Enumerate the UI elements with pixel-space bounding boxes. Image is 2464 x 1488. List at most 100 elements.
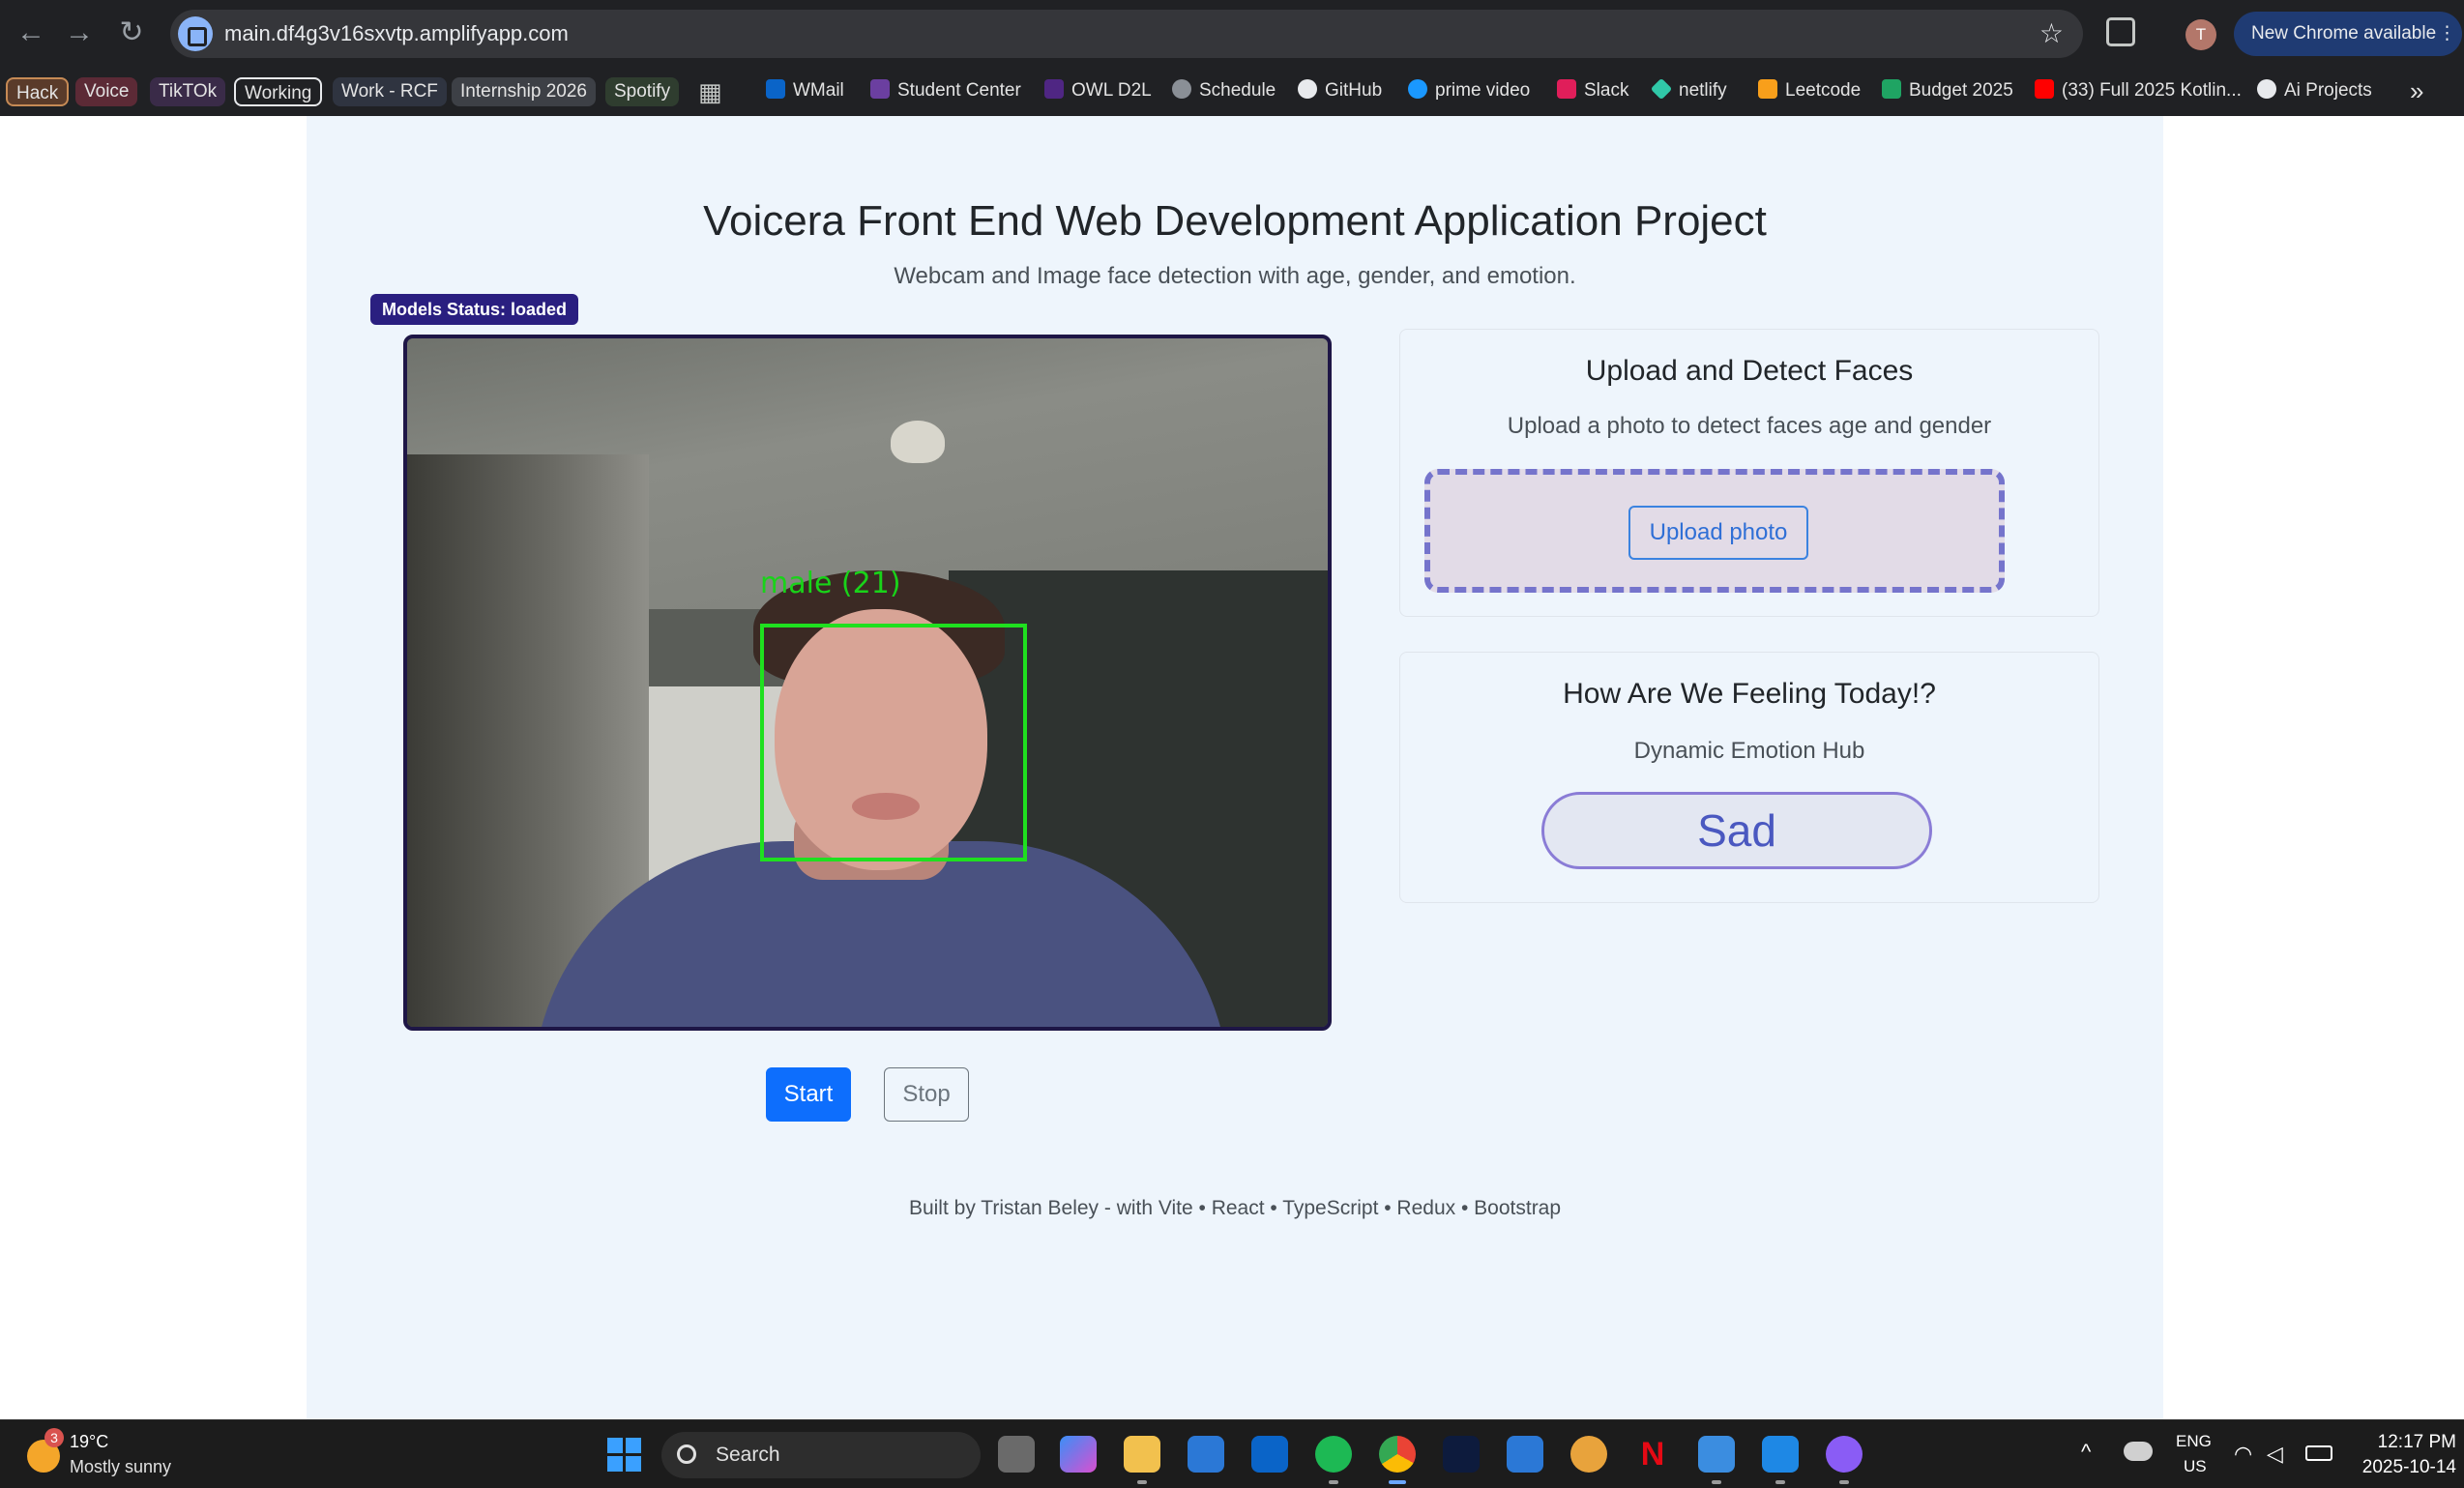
bookmark-work-rcf[interactable]: Work - RCF bbox=[333, 77, 447, 106]
shield-icon bbox=[1044, 79, 1064, 99]
bookmark-slack[interactable]: Slack bbox=[1557, 74, 1628, 107]
bookmark-working[interactable]: Working bbox=[234, 77, 323, 106]
github-desktop-icon[interactable] bbox=[1826, 1436, 1863, 1473]
bookmark-hack[interactable]: Hack bbox=[6, 77, 70, 106]
bookmark-label: GitHub bbox=[1325, 80, 1383, 101]
windows-taskbar: 3 19°C Mostly sunny Search N ^ ENG US ◠ … bbox=[0, 1419, 2464, 1488]
bookmarks-bar: Hack Voice TikTOk Working Work - RCF Int… bbox=[0, 68, 2464, 116]
paint-icon[interactable] bbox=[1570, 1436, 1607, 1473]
bookmark-label: Schedule bbox=[1199, 80, 1276, 101]
models-status-badge: Models Status: loaded bbox=[370, 294, 579, 325]
bookmark-label: Leetcode bbox=[1785, 80, 1862, 101]
running-indicator bbox=[1329, 1480, 1338, 1484]
forward-icon[interactable]: → bbox=[62, 15, 97, 50]
region-label[interactable]: US bbox=[2184, 1457, 2207, 1476]
taskbar-search-label: Search bbox=[716, 1444, 780, 1466]
tray-overflow-icon[interactable]: ^ bbox=[2081, 1440, 2091, 1465]
clock-time[interactable]: 12:17 PM bbox=[2369, 1432, 2456, 1453]
upload-dropzone[interactable]: Upload photo bbox=[1424, 469, 2005, 593]
reload-icon[interactable]: ↻ bbox=[114, 15, 149, 50]
back-icon[interactable]: ← bbox=[14, 15, 48, 50]
bookmark-budget-2025[interactable]: Budget 2025 bbox=[1882, 74, 2013, 107]
bookmark-wmail[interactable]: WMail bbox=[766, 74, 844, 107]
bookmark-label: Budget 2025 bbox=[1909, 80, 2013, 101]
page-viewport: Voicera Front End Web Development Applic… bbox=[0, 116, 2464, 1419]
face-detection-label: male (21) bbox=[760, 567, 901, 600]
play-icon bbox=[1408, 79, 1427, 99]
bookmark-student-center[interactable]: Student Center bbox=[870, 74, 1021, 107]
new-chrome-label: New Chrome available bbox=[2251, 23, 2437, 44]
bookmark-prime-video[interactable]: prime video bbox=[1408, 74, 1530, 107]
sportsnet-icon[interactable] bbox=[1443, 1436, 1480, 1473]
bookmark-voice[interactable]: Voice bbox=[75, 77, 138, 106]
search-icon bbox=[677, 1444, 696, 1464]
bookmark-youtube-kotlin[interactable]: (33) Full 2025 Kotlin... bbox=[2035, 74, 2242, 107]
bookmark-spotify[interactable]: Spotify bbox=[605, 77, 680, 106]
photos-icon[interactable] bbox=[1698, 1436, 1735, 1473]
bookmark-netlify[interactable]: netlify bbox=[1650, 74, 1727, 107]
bookmark-ai-projects[interactable]: Ai Projects bbox=[2257, 74, 2372, 107]
leetcode-icon bbox=[1758, 79, 1777, 99]
face-detection-box bbox=[760, 624, 1027, 861]
upload-photo-button[interactable]: Upload photo bbox=[1628, 506, 1808, 560]
file-explorer-icon[interactable] bbox=[1124, 1436, 1160, 1473]
netlify-icon bbox=[1650, 77, 1673, 101]
language-label[interactable]: ENG bbox=[2176, 1432, 2212, 1451]
netflix-icon[interactable]: N bbox=[1634, 1436, 1671, 1473]
webcam-background bbox=[891, 421, 945, 463]
spotify-icon[interactable] bbox=[1315, 1436, 1352, 1473]
bookmark-github[interactable]: GitHub bbox=[1298, 74, 1382, 107]
extensions-icon[interactable] bbox=[2106, 17, 2135, 46]
bookmark-leetcode[interactable]: Leetcode bbox=[1758, 74, 1861, 107]
webcam-video: male (21) bbox=[403, 335, 1332, 1031]
start-button[interactable]: Start bbox=[766, 1067, 851, 1122]
running-indicator bbox=[1775, 1480, 1785, 1484]
new-chrome-button[interactable]: New Chrome available ⋮ bbox=[2234, 12, 2462, 56]
bookmarks-overflow-icon[interactable]: » bbox=[2410, 74, 2423, 107]
onedrive-icon[interactable] bbox=[2124, 1442, 2153, 1461]
weather-temperature[interactable]: 19°C bbox=[70, 1432, 108, 1452]
bookmark-owl-d2l[interactable]: OWL D2L bbox=[1044, 74, 1152, 107]
calendar-icon[interactable] bbox=[1507, 1436, 1543, 1473]
upload-card-title: Upload and Detect Faces bbox=[1585, 355, 1914, 387]
more-menu-icon[interactable]: ⋮ bbox=[2438, 12, 2456, 56]
emotion-card-subtitle: Dynamic Emotion Hub bbox=[1633, 738, 1865, 764]
taskbar-search[interactable]: Search bbox=[661, 1432, 981, 1478]
site-info-icon[interactable] bbox=[178, 16, 213, 51]
wifi-icon[interactable]: ◠ bbox=[2234, 1442, 2252, 1467]
bookmark-label: WMail bbox=[793, 80, 844, 101]
task-view-icon[interactable] bbox=[998, 1436, 1035, 1473]
profile-avatar[interactable]: T bbox=[2185, 19, 2216, 50]
volume-icon[interactable]: ◁ bbox=[2267, 1442, 2283, 1467]
battery-icon[interactable] bbox=[2305, 1445, 2332, 1461]
running-indicator bbox=[1839, 1480, 1849, 1484]
stop-button[interactable]: Stop bbox=[884, 1067, 969, 1122]
copilot-icon[interactable] bbox=[1060, 1436, 1097, 1473]
url-text[interactable]: main.df4g3v16sxvtp.amplifyapp.com bbox=[224, 10, 569, 58]
bookmark-label: Ai Projects bbox=[2284, 80, 2372, 101]
page-title: Voicera Front End Web Development Applic… bbox=[703, 197, 1767, 245]
clock-date[interactable]: 2025-10-14 bbox=[2340, 1457, 2456, 1478]
weather-description[interactable]: Mostly sunny bbox=[70, 1457, 171, 1477]
bookmark-schedule[interactable]: Schedule bbox=[1172, 74, 1276, 107]
github-icon bbox=[2257, 79, 2276, 99]
sheets-icon bbox=[1882, 79, 1901, 99]
vscode-icon[interactable] bbox=[1762, 1436, 1799, 1473]
windows-start-icon[interactable] bbox=[607, 1438, 642, 1473]
bookmark-internship-2026[interactable]: Internship 2026 bbox=[452, 77, 596, 106]
outlook-icon[interactable] bbox=[1251, 1436, 1288, 1473]
bookmark-tiktok[interactable]: TikTOk bbox=[150, 77, 226, 106]
store-icon[interactable] bbox=[1188, 1436, 1224, 1473]
chrome-icon[interactable] bbox=[1379, 1436, 1416, 1473]
bookmark-label: Slack bbox=[1584, 80, 1629, 101]
bookmark-star-icon[interactable]: ☆ bbox=[2039, 10, 2064, 58]
upload-card-text: Upload a photo to detect faces age and g… bbox=[1507, 413, 1992, 439]
emotion-display: Sad bbox=[1541, 792, 1932, 869]
globe-icon bbox=[1172, 79, 1191, 99]
bookmark-label: OWL D2L bbox=[1071, 80, 1152, 101]
apps-grid-icon[interactable]: ▦ bbox=[698, 75, 722, 108]
bookmark-label: (33) Full 2025 Kotlin... bbox=[2062, 80, 2242, 101]
student-center-icon bbox=[870, 79, 890, 99]
upload-card: Upload and Detect Faces Upload a photo t… bbox=[1399, 329, 2099, 617]
address-bar[interactable]: main.df4g3v16sxvtp.amplifyapp.com ☆ bbox=[170, 10, 2083, 58]
